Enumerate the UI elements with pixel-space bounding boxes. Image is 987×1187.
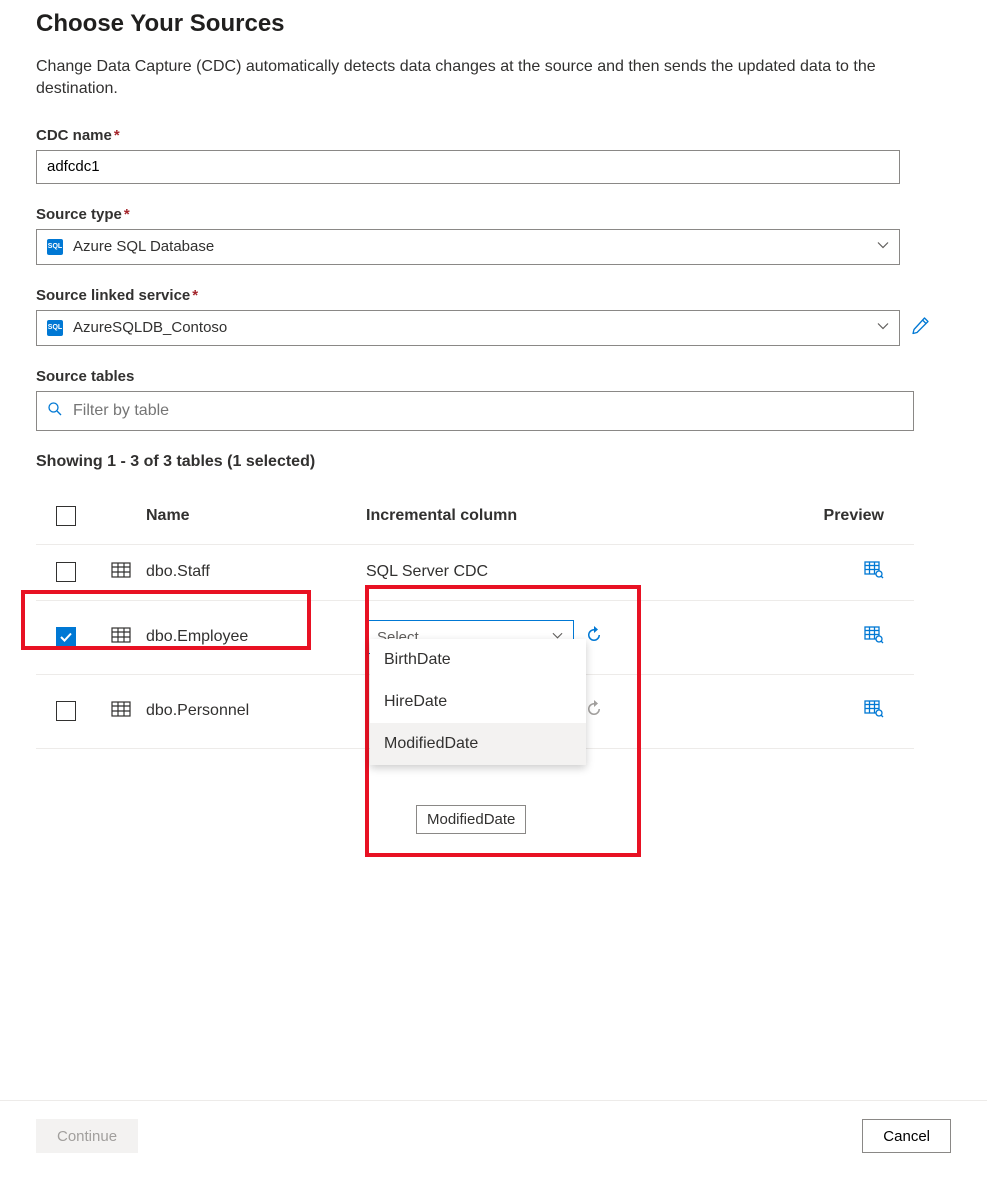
required-indicator: *: [114, 127, 120, 144]
edit-icon[interactable]: [910, 316, 930, 339]
chevron-down-icon: [877, 239, 889, 254]
page-description: Change Data Capture (CDC) automatically …: [36, 56, 951, 101]
source-type-label: Source type*: [36, 206, 951, 223]
preview-icon[interactable]: [864, 700, 884, 718]
row-checkbox[interactable]: [56, 627, 76, 647]
column-header-name: Name: [146, 507, 366, 525]
required-indicator: *: [124, 206, 130, 223]
table-header: Name Incremental column Preview: [36, 489, 914, 545]
row-checkbox[interactable]: [56, 562, 76, 582]
select-all-checkbox[interactable]: [56, 506, 76, 526]
linked-service-select[interactable]: SQL AzureSQLDB_Contoso: [36, 310, 900, 346]
cancel-button[interactable]: Cancel: [862, 1119, 951, 1153]
table-icon: [111, 701, 131, 722]
refresh-icon[interactable]: [584, 699, 604, 724]
page-title: Choose Your Sources: [36, 10, 951, 38]
linked-service-value: AzureSQLDB_Contoso: [73, 319, 877, 336]
preview-icon[interactable]: [864, 561, 884, 579]
dropdown-option[interactable]: BirthDate: [370, 639, 586, 681]
table-name: dbo.Staff: [146, 563, 366, 581]
source-tables-table: Name Incremental column Preview dbo.Staf…: [36, 489, 914, 749]
footer: Continue Cancel: [0, 1100, 987, 1171]
filter-tables-input[interactable]: [71, 401, 903, 421]
table-name: dbo.Personnel: [146, 702, 366, 720]
filter-tables-search[interactable]: [36, 391, 914, 431]
continue-button[interactable]: Continue: [36, 1119, 138, 1153]
table-icon: [111, 627, 131, 648]
cdc-name-label: CDC name*: [36, 127, 951, 144]
column-header-incremental: Incremental column: [366, 507, 806, 525]
incremental-column-dropdown: BirthDate HireDate ModifiedDate: [370, 639, 586, 765]
source-tables-label: Source tables: [36, 368, 951, 385]
incremental-value: SQL Server CDC: [366, 563, 806, 581]
source-type-select[interactable]: SQL Azure SQL Database: [36, 229, 900, 265]
table-name: dbo.Employee: [146, 628, 366, 646]
showing-count: Showing 1 - 3 of 3 tables (1 selected): [36, 453, 951, 471]
cdc-name-input[interactable]: [36, 150, 900, 184]
dropdown-option[interactable]: HireDate: [370, 681, 586, 723]
required-indicator: *: [192, 287, 198, 304]
linked-service-label: Source linked service*: [36, 287, 951, 304]
table-icon: [111, 562, 131, 583]
column-header-preview: Preview: [806, 507, 914, 525]
sql-database-icon: SQL: [47, 239, 63, 255]
source-type-value: Azure SQL Database: [73, 238, 877, 255]
preview-icon[interactable]: [864, 626, 884, 644]
search-icon: [47, 401, 63, 420]
table-row: dbo.Staff SQL Server CDC: [36, 545, 914, 601]
chevron-down-icon: [877, 320, 889, 335]
sql-database-icon: SQL: [47, 320, 63, 336]
row-checkbox[interactable]: [56, 701, 76, 721]
tooltip: ModifiedDate: [416, 805, 526, 834]
dropdown-option[interactable]: ModifiedDate: [370, 723, 586, 765]
refresh-icon[interactable]: [584, 625, 604, 650]
